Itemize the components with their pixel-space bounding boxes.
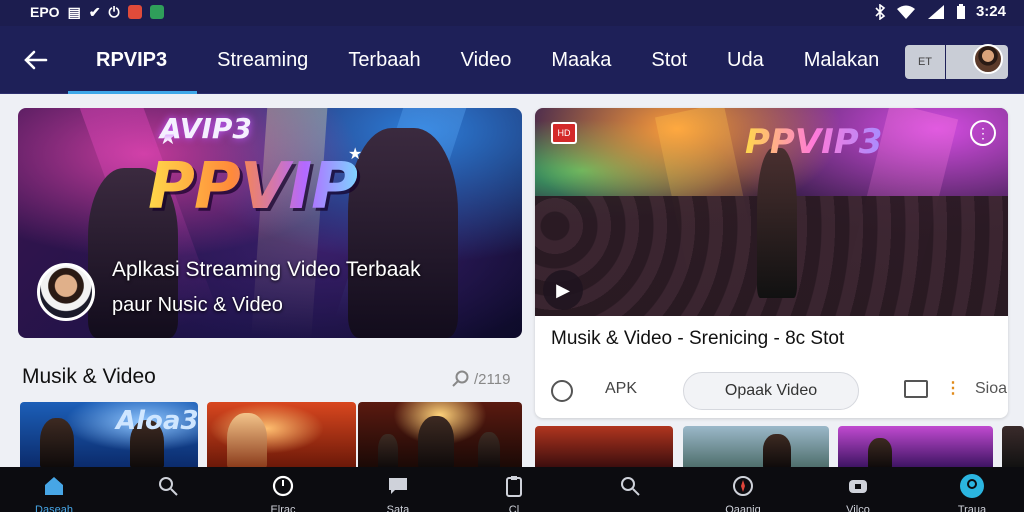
profile-avatar[interactable] [973, 44, 1003, 74]
bottom-nav-label: Vilco [846, 504, 870, 512]
video-thumbnail[interactable]: Aloa3 [20, 402, 198, 468]
card-image[interactable]: PPVIP3 HD ⋮ ▶ [535, 108, 1008, 316]
person-figure [868, 438, 892, 468]
person-figure [763, 434, 791, 468]
apk-button[interactable]: APK [605, 380, 637, 398]
search-icon [621, 477, 640, 496]
tab-maaka[interactable]: Maaka [531, 26, 631, 94]
card-title: Musik & Video - Srenicing - 8c Stot [551, 328, 845, 349]
video-thumbnail[interactable] [207, 402, 356, 468]
bottom-nav: Daseah Elrac Sata Cl Oaaniq Vilco Traua [0, 467, 1024, 512]
video-thumbnail[interactable] [535, 426, 673, 468]
status-time: 3:24 [975, 3, 1006, 20]
bottom-nav-label: Sata [386, 504, 410, 512]
card-actions: APK Opaak Video ⋮ Sioa [535, 370, 1008, 410]
bottom-nav-home[interactable]: Daseah [24, 467, 84, 512]
clock-icon [272, 475, 294, 497]
home-icon [45, 477, 63, 495]
battery-icon [956, 3, 965, 19]
video-thumbnail[interactable] [1002, 426, 1024, 468]
person-figure [40, 418, 74, 468]
nav-tabs: RPVIP3 Streaming Terbaah Video Maaka Sto… [68, 26, 899, 94]
tab-malakan[interactable]: Malakan [784, 26, 900, 94]
person-figure [378, 434, 398, 468]
section-search-text: /2119 [474, 370, 511, 388]
bluetooth-icon [875, 3, 886, 20]
status-app2-icon [149, 5, 164, 19]
video-thumbnail[interactable] [683, 426, 829, 468]
section-title: Musik & Video [22, 365, 156, 388]
wifi-icon [896, 5, 915, 19]
person-figure [418, 416, 454, 468]
bottom-nav-label: Daseah [35, 504, 73, 512]
thumbnail-text: Aloa3 [116, 406, 198, 436]
person-figure [227, 413, 267, 468]
search-icon [452, 370, 469, 387]
compass-icon [733, 476, 753, 496]
bottom-nav-search2[interactable] [600, 467, 660, 512]
tab-rpvip3[interactable]: RPVIP3 [68, 26, 198, 94]
hero-subtitle: paur Nusic & Video [112, 294, 283, 316]
video-thumbnail[interactable] [358, 402, 522, 468]
video-thumbnail[interactable] [838, 426, 993, 468]
performer-figure [757, 148, 797, 298]
more-icon[interactable]: ⋮ [970, 120, 996, 146]
gamepad-icon [849, 480, 867, 493]
status-power-icon: ⏻ [108, 4, 120, 20]
bottom-nav-clipboard[interactable]: Cl [484, 467, 544, 512]
bottom-nav-compass[interactable]: Oaaniq [713, 467, 773, 512]
hero-title: Aplkasi Streaming Video Terbaak [112, 258, 421, 281]
bottom-nav-label: Cl [508, 504, 520, 512]
bottom-nav-label: Oaaniq [725, 504, 761, 512]
status-app-icon [127, 5, 142, 19]
play-icon[interactable]: ▶ [543, 270, 583, 310]
back-arrow-icon[interactable] [20, 44, 52, 76]
tab-uda[interactable]: Uda [707, 26, 784, 94]
nav-action-button[interactable]: ET [905, 45, 945, 79]
tab-terbaah[interactable]: Terbaah [328, 26, 440, 94]
hero-avatar[interactable] [37, 263, 95, 321]
hero-logo: PPVIP [148, 150, 358, 224]
home-icon[interactable] [551, 380, 573, 402]
status-check-icon: ✔ [88, 4, 101, 20]
chat-icon [389, 478, 407, 494]
search-icon [159, 477, 178, 496]
hero-logo-small: AVIP3 [160, 112, 252, 145]
tab-video[interactable]: Video [441, 26, 532, 94]
bottom-nav-gamepad[interactable]: Vilco [828, 467, 888, 512]
card-badge: HD [551, 122, 577, 144]
card-logo: PPVIP3 [745, 122, 883, 162]
status-left: EPO ▤ ✔ ⏻ [30, 4, 164, 20]
profile-icon [960, 474, 984, 498]
bottom-nav-label: Traua [957, 504, 987, 512]
tab-stot[interactable]: Stot [631, 26, 707, 94]
featured-card[interactable]: PPVIP3 HD ⋮ ▶ Musik & Video - Srenicing … [535, 108, 1008, 418]
status-notification-icon: ▤ [67, 4, 81, 20]
bottom-nav-clock[interactable]: Elrac [253, 467, 313, 512]
person-figure [478, 432, 500, 468]
clipboard-icon [506, 476, 522, 497]
more-dots-icon[interactable]: ⋮ [945, 378, 961, 398]
guitarist-figure [348, 128, 458, 338]
top-nav: RPVIP3 Streaming Terbaah Video Maaka Sto… [0, 26, 1024, 94]
status-icon-text: EPO [30, 4, 60, 20]
bottom-nav-label: Elrac [270, 504, 296, 512]
tab-streaming[interactable]: Streaming [197, 26, 328, 94]
card-extra-label[interactable]: Sioa [975, 380, 1007, 398]
status-bar: EPO ▤ ✔ ⏻ 3:24 [0, 0, 1024, 26]
bottom-nav-chat[interactable]: Sata [368, 467, 428, 512]
open-video-button[interactable]: Opaak Video [683, 372, 859, 410]
status-right: 3:24 [874, 3, 1006, 20]
section-search[interactable]: /2119 [452, 370, 510, 388]
bottom-nav-search[interactable] [138, 467, 198, 512]
screen-icon[interactable] [904, 380, 928, 398]
signal-icon [927, 4, 944, 19]
bottom-nav-profile[interactable]: Traua [942, 467, 1002, 512]
